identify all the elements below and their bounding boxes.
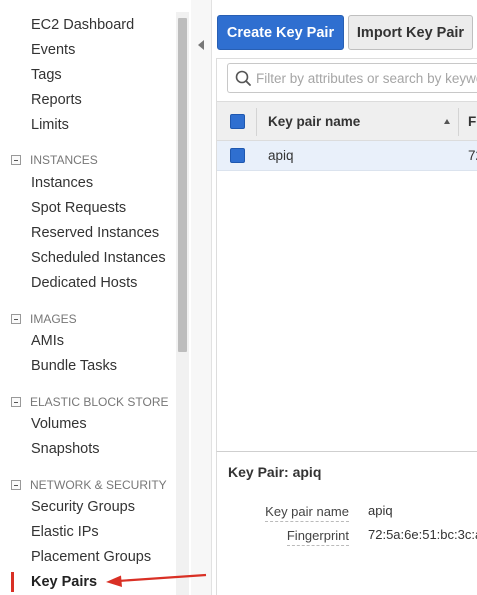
sidebar-item-reports[interactable]: Reports xyxy=(31,92,82,108)
section-header-label: NETWORK & SECURITY xyxy=(30,478,167,492)
cell-fingerprint: 72 xyxy=(468,148,477,163)
sidebar-item-tags[interactable]: Tags xyxy=(31,67,62,83)
column-header-key-pair-name[interactable]: Key pair name xyxy=(268,114,360,129)
sidebar-scrollbar-thumb[interactable] xyxy=(178,18,187,352)
sidebar-item-placement-groups[interactable]: Placement Groups xyxy=(31,549,151,565)
section-header-images[interactable]: IMAGES xyxy=(11,312,77,326)
create-key-pair-button[interactable]: Create Key Pair xyxy=(217,15,344,50)
sidebar-item-limits[interactable]: Limits xyxy=(31,117,69,133)
sidebar-item-snapshots[interactable]: Snapshots xyxy=(31,441,100,457)
collapse-icon[interactable] xyxy=(11,314,21,324)
cell-key-pair-name: apiq xyxy=(268,148,294,163)
section-header-label: ELASTIC BLOCK STORE xyxy=(30,395,169,409)
section-header-label: IMAGES xyxy=(30,312,77,326)
main-panel: Create Key Pair Import Key Pair Key pair… xyxy=(213,0,477,595)
sidebar-item-instances[interactable]: Instances xyxy=(31,175,93,191)
table-row[interactable]: apiq 72 xyxy=(217,141,477,171)
collapse-left-icon[interactable] xyxy=(198,40,204,50)
detail-value-key-pair-name: apiq xyxy=(368,503,393,518)
detail-label-fingerprint: Fingerprint xyxy=(286,528,349,546)
section-header-instances[interactable]: INSTANCES xyxy=(11,153,98,167)
sidebar-item-volumes[interactable]: Volumes xyxy=(31,416,87,432)
detail-value-fingerprint: 72:5a:6e:51:bc:3c:a xyxy=(368,527,477,542)
row-checkbox[interactable] xyxy=(230,148,245,163)
sidebar-nav: EC2 Dashboard Events Tags Reports Limits… xyxy=(0,0,176,595)
table-header: Key pair name F xyxy=(217,101,477,141)
sidebar-item-bundle-tasks[interactable]: Bundle Tasks xyxy=(31,358,117,374)
sidebar-item-events[interactable]: Events xyxy=(31,42,75,58)
collapse-icon[interactable] xyxy=(11,480,21,490)
active-item-marker xyxy=(11,572,14,592)
sidebar-item-reserved-instances[interactable]: Reserved Instances xyxy=(31,225,159,241)
sidebar-item-scheduled-instances[interactable]: Scheduled Instances xyxy=(31,250,166,266)
sidebar-item-ec2-dashboard[interactable]: EC2 Dashboard xyxy=(31,17,134,33)
column-divider xyxy=(256,108,257,136)
details-pane: Key Pair: apiq Key pair name apiq Finger… xyxy=(216,451,477,595)
sidebar-item-key-pairs[interactable]: Key Pairs xyxy=(31,574,97,590)
column-divider[interactable] xyxy=(458,108,459,136)
import-key-pair-button[interactable]: Import Key Pair xyxy=(348,15,473,50)
select-all-checkbox[interactable] xyxy=(230,114,245,129)
section-header-label: INSTANCES xyxy=(30,153,98,167)
column-header-fingerprint[interactable]: F xyxy=(468,114,476,129)
detail-label-key-pair-name: Key pair name xyxy=(265,504,349,522)
section-header-elastic-block-store[interactable]: ELASTIC BLOCK STORE xyxy=(11,395,169,409)
sidebar-item-dedicated-hosts[interactable]: Dedicated Hosts xyxy=(31,275,137,291)
sort-ascending-icon[interactable] xyxy=(444,119,450,124)
sidebar-item-elastic-ips[interactable]: Elastic IPs xyxy=(31,524,99,540)
filter-bar[interactable] xyxy=(227,63,477,93)
details-title: Key Pair: apiq xyxy=(228,464,322,480)
collapse-icon[interactable] xyxy=(11,155,21,165)
section-header-network-security[interactable]: NETWORK & SECURITY xyxy=(11,478,167,492)
search-icon xyxy=(232,67,254,89)
sidebar-item-security-groups[interactable]: Security Groups xyxy=(31,499,135,515)
collapse-icon[interactable] xyxy=(11,397,21,407)
sidebar-collapse-handle[interactable] xyxy=(191,0,212,595)
filter-input[interactable] xyxy=(256,70,477,86)
sidebar-item-amis[interactable]: AMIs xyxy=(31,333,64,349)
sidebar-item-spot-requests[interactable]: Spot Requests xyxy=(31,200,126,216)
